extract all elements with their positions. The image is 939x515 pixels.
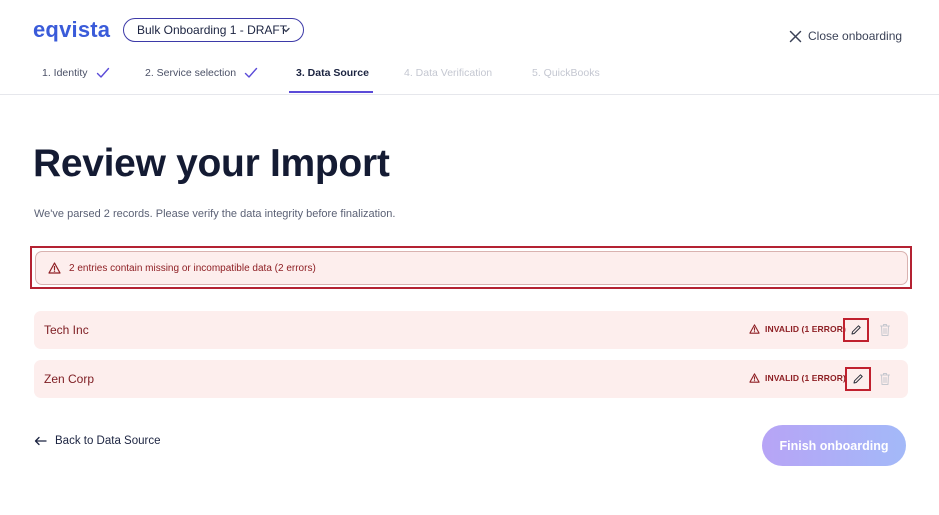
warning-icon [749, 324, 760, 334]
onboarding-draft-select[interactable]: Bulk Onboarding 1 - DRAFT [123, 18, 304, 42]
record-status-text: INVALID (1 ERROR) [765, 324, 846, 334]
close-onboarding-button[interactable]: Close onboarding [789, 29, 902, 43]
record-status-badge: INVALID (1 ERROR) [749, 324, 846, 334]
record-status-text: INVALID (1 ERROR) [765, 373, 846, 383]
record-name: Zen Corp [44, 372, 95, 386]
record-name: Tech Inc [44, 323, 89, 337]
back-link-label: Back to Data Source [55, 435, 161, 447]
alert-text: 2 entries contain missing or incompatibl… [69, 262, 316, 274]
pencil-icon [853, 374, 863, 384]
step-identity[interactable]: 1. Identity [42, 67, 110, 79]
steps-nav: 1. Identity 2. Service selection 3. Data… [0, 60, 939, 95]
trash-icon[interactable] [879, 323, 891, 337]
step-label: 2. Service selection [145, 67, 237, 79]
record-row: Zen Corp INVALID (1 ERROR) [34, 360, 908, 398]
step-label: 3. Data Source [296, 67, 369, 79]
onboarding-page: eqvista Bulk Onboarding 1 - DRAFT Close … [0, 0, 939, 515]
record-status-badge: INVALID (1 ERROR) [749, 373, 846, 383]
arrow-left-icon [34, 436, 47, 446]
edit-record-button[interactable] [845, 367, 871, 391]
step-quickbooks: 5. QuickBooks [532, 67, 600, 79]
page-title: Review your Import [33, 142, 390, 185]
warning-icon [48, 262, 61, 274]
step-service-selection[interactable]: 2. Service selection [145, 67, 258, 79]
step-label: 1. Identity [42, 67, 88, 79]
active-step-indicator [289, 91, 373, 93]
pencil-icon [851, 325, 861, 335]
record-row: Tech Inc INVALID (1 ERROR) [34, 311, 908, 349]
finish-onboarding-button[interactable]: Finish onboarding [762, 425, 906, 466]
chevron-down-icon [282, 27, 290, 33]
error-summary-alert: 2 entries contain missing or incompatibl… [35, 251, 908, 285]
close-onboarding-label: Close onboarding [808, 29, 903, 43]
check-icon [244, 67, 258, 78]
draft-select-value: Bulk Onboarding 1 - DRAFT [137, 23, 288, 37]
step-label: 4. Data Verification [404, 67, 493, 79]
check-icon [96, 67, 109, 78]
trash-icon[interactable] [879, 372, 891, 386]
step-label: 5. QuickBooks [532, 67, 600, 79]
back-to-data-source-link[interactable]: Back to Data Source [34, 435, 160, 447]
page-subtitle: We've parsed 2 records. Please verify th… [34, 208, 396, 220]
close-icon [789, 30, 802, 42]
step-data-source[interactable]: 3. Data Source [296, 67, 369, 79]
eqvista-logo[interactable]: eqvista [33, 17, 110, 43]
warning-icon [749, 373, 760, 383]
step-data-verification: 4. Data Verification [404, 67, 492, 79]
edit-record-button[interactable] [843, 318, 869, 342]
